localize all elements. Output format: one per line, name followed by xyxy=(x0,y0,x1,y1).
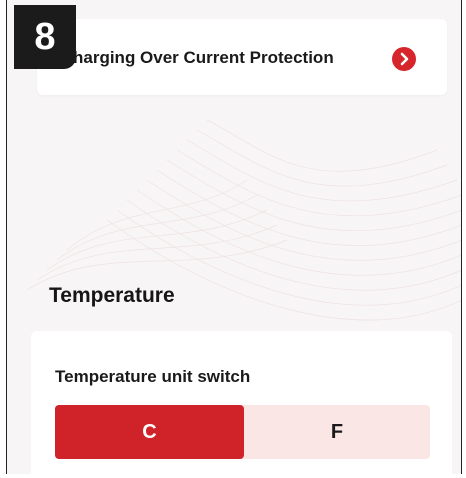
charging-protection-label: harging Over Current Protection xyxy=(73,48,334,67)
temperature-card: Temperature unit switch C F xyxy=(31,331,452,474)
unit-fahrenheit-button[interactable]: F xyxy=(244,405,430,459)
charging-protection-item[interactable]: harging Over Current Protection xyxy=(37,19,447,95)
app-screen: harging Over Current Protection Temperat… xyxy=(6,0,462,474)
step-number-badge: 8 xyxy=(14,5,76,69)
temperature-section-title: Temperature xyxy=(49,284,175,307)
chevron-right-icon[interactable] xyxy=(392,47,416,71)
temperature-unit-switch-label: Temperature unit switch xyxy=(55,367,251,386)
temperature-unit-switch: C F xyxy=(55,405,430,459)
unit-celsius-button[interactable]: C xyxy=(55,405,244,459)
